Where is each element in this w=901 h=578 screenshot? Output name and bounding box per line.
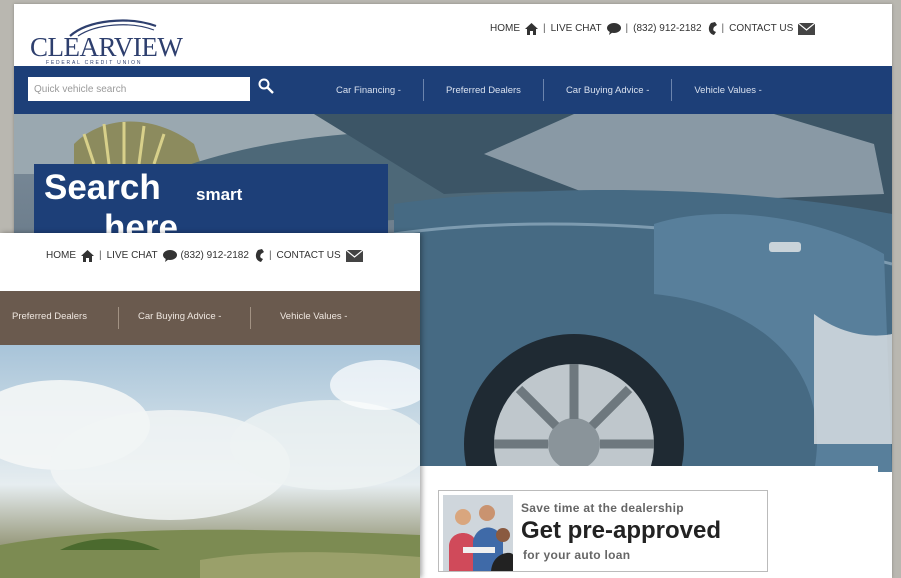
main-navbar: Quick vehicle search Car Financing - Pre… (14, 66, 892, 114)
mail-icon (345, 249, 363, 262)
front-hero-landscape (0, 360, 420, 578)
contact-label: CONTACT US (729, 23, 794, 34)
chat-icon (162, 249, 177, 262)
clearview-logo[interactable]: CLEARVIEW FEDERAL CREDIT UNION (28, 16, 198, 66)
logo-wordmark: CLEARVIEW (30, 32, 183, 62)
separator: | (721, 23, 725, 34)
front-contact-link[interactable]: CONTACT US (276, 249, 363, 262)
separator: | (543, 23, 546, 34)
front-hero-sky-photo (0, 345, 420, 578)
chat-icon (606, 22, 621, 35)
nav-preferred-dealers[interactable]: Preferred Dealers (424, 85, 543, 96)
promo-line-1: Save time at the dealership (521, 501, 684, 515)
front-live-chat-label: LIVE CHAT (106, 250, 158, 261)
front-phone-number: (832) 912-2182 (180, 250, 249, 261)
nav-car-financing[interactable]: Car Financing - (314, 85, 423, 96)
front-nav-preferred-dealers[interactable]: Preferred Dealers (12, 311, 87, 322)
separator: | (268, 250, 272, 261)
utility-nav: HOME | LIVE CHAT | (832) 912-2182 | CONT… (490, 22, 816, 35)
nav-links: Car Financing - Preferred Dealers Car Bu… (314, 76, 784, 104)
separator: | (99, 250, 102, 261)
live-chat-link[interactable]: LIVE CHAT (550, 22, 621, 35)
search-icon[interactable] (258, 78, 274, 94)
front-live-chat-link[interactable]: LIVE CHAT (106, 249, 177, 262)
live-chat-label: LIVE CHAT (550, 23, 602, 34)
separator: | (625, 23, 629, 34)
pre-approval-promo[interactable]: Save time at the dealership Get pre-appr… (438, 490, 768, 572)
nav-vehicle-values[interactable]: Vehicle Values - (672, 85, 783, 96)
promo-line-3: for your auto loan (523, 548, 631, 562)
nav-divider (250, 307, 251, 329)
hero-headline-smart: smart (196, 185, 243, 204)
front-main-navbar: Preferred Dealers Car Buying Advice - Ve… (0, 291, 420, 345)
front-home-link[interactable]: HOME (46, 249, 94, 262)
front-page-screenshot: HOME | LIVE CHAT (832) 912-2182 | CONTAC… (0, 233, 420, 578)
hero-headline-search: Search (44, 168, 161, 207)
promo-headline: Get pre-approved (521, 517, 722, 544)
nav-car-buying-advice[interactable]: Car Buying Advice - (544, 85, 671, 96)
promo-people-photo (443, 495, 513, 571)
home-icon (525, 22, 538, 35)
phone-link[interactable]: (832) 912-2182 (633, 22, 717, 35)
home-link[interactable]: HOME (490, 22, 538, 35)
front-phone-link[interactable]: (832) 912-2182 (181, 249, 264, 262)
front-utility-nav: HOME | LIVE CHAT (832) 912-2182 | CONTAC… (46, 249, 363, 262)
front-nav-car-buying-advice[interactable]: Car Buying Advice - (138, 311, 221, 322)
quick-vehicle-search-input[interactable]: Quick vehicle search (28, 77, 250, 101)
phone-icon (255, 249, 264, 262)
mail-icon (798, 22, 816, 35)
front-contact-label: CONTACT US (276, 250, 341, 261)
contact-link[interactable]: CONTACT US (729, 22, 816, 35)
phone-icon (708, 22, 717, 35)
home-icon (81, 249, 94, 262)
home-link-label: HOME (490, 23, 520, 34)
nav-divider (118, 307, 119, 329)
promo-area: Save time at the dealership Get pre-appr… (408, 466, 878, 574)
front-nav-vehicle-values[interactable]: Vehicle Values - (280, 311, 347, 322)
front-home-label: HOME (46, 250, 76, 261)
phone-number: (832) 912-2182 (633, 23, 702, 34)
